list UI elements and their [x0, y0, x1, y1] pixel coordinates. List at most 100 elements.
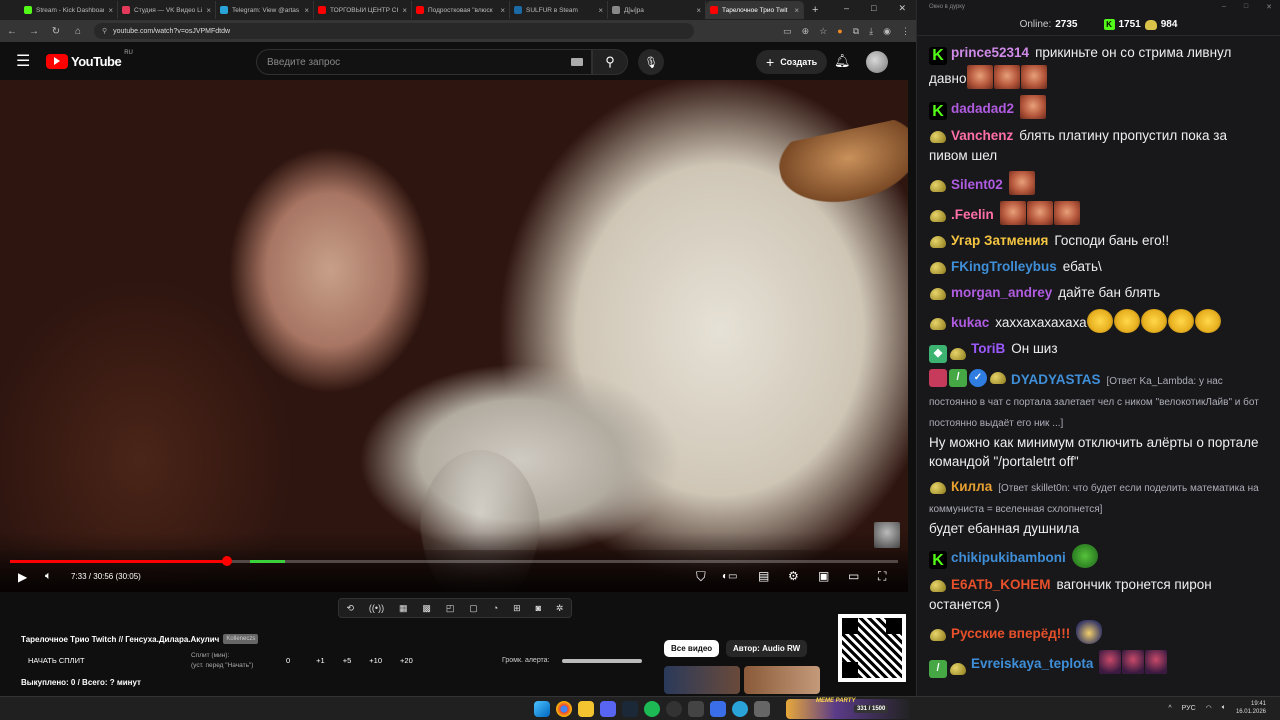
progress-scrubber[interactable]	[221, 556, 232, 566]
browser-tab[interactable]: Подростковая "влюск ×	[412, 1, 510, 19]
chat-username[interactable]: dadadad2	[951, 101, 1014, 116]
chat-username[interactable]: Evreiskaya_teplota	[971, 656, 1093, 671]
chat-maximize-button[interactable]: □	[1244, 3, 1248, 11]
extension-orange-icon[interactable]: ●	[837, 26, 842, 37]
volume-tray-icon[interactable]: 🔈︎	[1222, 704, 1226, 712]
chat-username[interactable]: DYADYASTAS	[1011, 372, 1101, 387]
forward-button[interactable]: →	[28, 26, 40, 37]
obs-icon[interactable]	[666, 701, 682, 717]
youtube-logo[interactable]: YouTube RU	[46, 50, 133, 69]
tab-close-icon[interactable]: ×	[304, 6, 309, 15]
tab-close-icon[interactable]: ×	[500, 6, 505, 15]
chat-username[interactable]: Silent02	[951, 177, 1003, 192]
crop-icon[interactable]: ◰	[446, 603, 455, 614]
browser-tab[interactable]: Stream - Kick Dashboard ×	[20, 1, 118, 19]
browser-tab[interactable]: Тарелочное Трио Twit ×	[706, 1, 804, 19]
extensions-puzzle-icon[interactable]: ⧉	[853, 26, 859, 37]
audio-icon[interactable]: ((•))	[369, 603, 384, 613]
network-icon[interactable]: ◠	[1206, 704, 1212, 712]
split-add-button[interactable]: +20	[400, 656, 413, 665]
chat-username[interactable]: kukac	[951, 315, 989, 330]
browser-menu-icon[interactable]: ⋮	[901, 26, 910, 37]
chat-username[interactable]: ToriB	[971, 341, 1005, 356]
chat-username[interactable]: chikipukibamboni	[951, 550, 1066, 565]
notifications-bell-icon[interactable]: 🔔︎	[834, 53, 851, 69]
video-player[interactable]	[0, 80, 908, 592]
chat-username[interactable]: prince52314	[951, 45, 1029, 60]
chat-username[interactable]: Vanchenz	[951, 128, 1013, 143]
browser-tab[interactable]: ТОРГОВЫЙ ЦЕНТР СКА ×	[314, 1, 412, 19]
browser-tab[interactable]: Д[ы]ра ×	[608, 1, 706, 19]
cast-icon[interactable]: ▭	[783, 26, 792, 37]
meme-party-widget[interactable]: MEME PARTY 331 / 1500	[786, 698, 910, 719]
autoplay-toggle[interactable]: ◐▭	[722, 571, 738, 582]
split-add-button[interactable]: +5	[343, 656, 352, 665]
media-player-icon[interactable]	[710, 701, 726, 717]
app-icon[interactable]	[688, 701, 704, 717]
chat-username[interactable]: morgan_andrey	[951, 285, 1052, 300]
screenshot-camera-icon[interactable]: ◙	[536, 603, 541, 613]
discord-icon[interactable]	[600, 701, 616, 717]
chat-username[interactable]: .Feelin	[951, 207, 994, 222]
home-button[interactable]: ⌂	[72, 26, 84, 37]
chat-username[interactable]: Килла	[951, 479, 992, 494]
browser-tab[interactable]: SULFUR в Steam ×	[510, 1, 608, 19]
browser-tab[interactable]: Telegram: View @artas ×	[216, 1, 314, 19]
tab-close-icon[interactable]: ×	[794, 6, 799, 15]
theater-mode-icon[interactable]: ▭	[848, 569, 859, 583]
tab-close-icon[interactable]: ×	[402, 6, 407, 15]
chat-username[interactable]: FKingTrolleybus	[951, 259, 1057, 274]
site-info-icon[interactable]: ⚲	[102, 27, 107, 35]
menu-icon[interactable]: ☰	[16, 51, 36, 71]
settings-gear-icon[interactable]: ⚙	[788, 569, 799, 583]
chat-username[interactable]: Угар Затмения	[951, 233, 1048, 248]
add-clip-icon[interactable]: ⊞	[513, 603, 521, 614]
back-button[interactable]: ←	[6, 26, 18, 37]
create-button[interactable]: + Создать	[756, 50, 828, 74]
search-button[interactable]: ⚲	[592, 49, 628, 75]
chat-close-button[interactable]: ✕	[1266, 3, 1272, 11]
url-field[interactable]: ⚲ youtube.com/watch?v=osJVPMFdtdw	[94, 23, 694, 39]
tab-close-icon[interactable]: ×	[598, 6, 603, 15]
zoom-icon[interactable]: ⊕	[802, 26, 810, 37]
browser-tab[interactable]: Студия — VK Видео Live ×	[118, 1, 216, 19]
tab-close-icon[interactable]: ×	[696, 6, 701, 15]
app-icon[interactable]	[754, 701, 770, 717]
progress-bar[interactable]	[10, 556, 898, 566]
maximize-button[interactable]: □	[871, 3, 876, 14]
chat-minimize-button[interactable]: –	[1222, 3, 1226, 11]
minimize-button[interactable]: –	[844, 3, 849, 14]
close-window-button[interactable]: ✕	[898, 3, 906, 14]
avatar[interactable]	[866, 51, 888, 73]
search-input[interactable]: Введите запрос	[256, 49, 592, 75]
clock[interactable]: 19:41 16.01.2026	[1236, 700, 1266, 716]
reload-button[interactable]: ↻	[50, 26, 62, 37]
chat-username[interactable]: Русские вперёд!!!	[951, 626, 1070, 641]
language-indicator[interactable]: РУС	[1182, 705, 1196, 712]
clapper-icon[interactable]: ▩	[422, 603, 431, 614]
alert-volume-slider[interactable]	[562, 659, 642, 663]
chat-username[interactable]: E6ATb_KOHEM	[951, 577, 1051, 592]
chip-all-videos[interactable]: Все видео	[664, 640, 720, 657]
start-split-button[interactable]: НАЧАТЬ СПЛИТ	[28, 656, 85, 665]
sponsorblock-icon[interactable]: ⛉	[696, 569, 706, 585]
speed-icon[interactable]: ◔	[493, 603, 498, 613]
extension-settings-icon[interactable]: ✲	[556, 603, 564, 614]
spotify-icon[interactable]	[644, 701, 660, 717]
tray-chevron-icon[interactable]: ^	[1168, 705, 1171, 712]
miniplayer-icon[interactable]: ▣	[818, 569, 829, 583]
recommended-thumbnail[interactable]	[744, 666, 820, 694]
channel-watermark[interactable]	[874, 522, 900, 548]
steam-icon[interactable]	[622, 701, 638, 717]
tab-close-icon[interactable]: ×	[108, 6, 113, 15]
split-add-button[interactable]: +1	[316, 656, 325, 665]
tab-close-icon[interactable]: ×	[206, 6, 211, 15]
start-windows-icon[interactable]	[534, 701, 550, 717]
chrome-icon[interactable]	[556, 701, 572, 717]
downloads-icon[interactable]: ⤓	[869, 26, 873, 37]
subtitles-icon[interactable]: ▤	[758, 569, 769, 583]
cinema-icon[interactable]: ▦	[399, 603, 408, 614]
loop-icon[interactable]: ⟲	[346, 603, 354, 614]
play-icon[interactable]: ▶	[18, 570, 27, 584]
file-explorer-icon[interactable]	[578, 701, 594, 717]
